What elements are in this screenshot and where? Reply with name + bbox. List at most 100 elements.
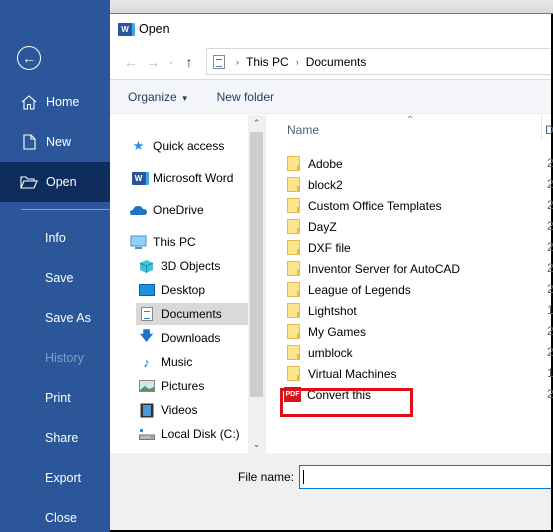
dialog-titlebar: W Open — [110, 14, 551, 44]
up-button[interactable]: ↑ — [178, 54, 200, 70]
downloads-icon: 🡇 — [139, 328, 154, 343]
file-name: My Games — [308, 324, 367, 339]
file-name: Inventor Server for AutoCAD — [308, 261, 461, 276]
nav-quick-access[interactable]: ★ Quick access — [130, 135, 265, 157]
nav-documents[interactable]: Documents — [136, 303, 248, 325]
file-date-modified: 2 — [547, 240, 553, 254]
file-list: ⌃ Name D Adobe 2 block2 2 Custom Office Temp… — [270, 115, 553, 453]
folder-icon — [287, 156, 300, 171]
file-row-folder[interactable]: Custom Office Templates — [287, 195, 547, 216]
nav-3d-objects[interactable]: 3D Objects — [138, 255, 265, 277]
file-row-pdf[interactable]: PDF Convert this — [284, 384, 547, 405]
organize-label: Organize — [128, 89, 177, 104]
new-folder-button[interactable]: New folder — [217, 90, 274, 104]
breadcrumb-documents[interactable]: Documents — [306, 55, 367, 69]
scroll-up-icon[interactable]: ⌃ — [248, 118, 265, 129]
videos-icon — [138, 402, 155, 418]
nav-desktop[interactable]: Desktop — [138, 279, 265, 301]
backstage-item-open[interactable]: Open — [0, 162, 110, 202]
nav-label: Local Disk (C:) — [161, 427, 240, 441]
back-arrow-icon: ← — [22, 50, 36, 66]
file-date-modified: 2 — [547, 219, 553, 233]
arrow-right-icon: → — [146, 53, 160, 70]
navigation-pane: ★ Quick access W Microsoft Word OneDrive… — [110, 115, 265, 453]
scroll-down-icon[interactable]: ⌄ — [248, 439, 265, 450]
quick-access-star-icon: ★ — [132, 138, 145, 153]
column-header-date[interactable]: D — [545, 123, 553, 137]
folder-icon — [287, 177, 300, 192]
forward-nav-button[interactable]: → — [142, 54, 164, 70]
scrollbar-thumb[interactable] — [250, 132, 263, 397]
breadcrumb-this-pc[interactable]: This PC — [246, 55, 289, 69]
nav-microsoft-word[interactable]: W Microsoft Word — [130, 167, 265, 189]
folder-icon — [287, 219, 300, 234]
file-name: block2 — [308, 177, 343, 192]
file-name: Custom Office Templates — [308, 198, 442, 213]
arrow-up-icon: ↑ — [185, 53, 193, 70]
backstage-item-new[interactable]: New — [0, 122, 110, 162]
home-icon — [20, 94, 38, 110]
address-bar[interactable]: › This PC › Documents — [206, 48, 551, 75]
word-icon: W — [118, 22, 132, 36]
file-row-folder[interactable]: Virtual Machines — [287, 363, 547, 384]
file-row-folder[interactable]: DXF file — [287, 237, 547, 258]
file-row-folder[interactable]: League of Legends — [287, 279, 547, 300]
backstage-item-save-as[interactable]: Save As — [0, 298, 110, 338]
backstage-item-print[interactable]: Print — [0, 378, 110, 418]
backstage-item-label: New — [46, 135, 72, 149]
backstage-item-label: Print — [45, 391, 71, 405]
backstage-item-history: History — [0, 338, 110, 378]
file-name: League of Legends — [308, 282, 411, 297]
nav-label: Downloads — [161, 331, 221, 345]
recent-locations-button[interactable]: ⌄ — [164, 56, 178, 67]
nav-pictures[interactable]: Pictures — [138, 375, 265, 397]
nav-pane-scrollbar[interactable]: ⌃ ⌄ — [248, 115, 265, 453]
file-date-modified: 2 — [547, 387, 553, 401]
backstage-item-label: Open — [46, 175, 77, 189]
file-row-folder[interactable]: My Games — [287, 321, 547, 342]
file-row-folder[interactable]: Inventor Server for AutoCAD — [287, 258, 547, 279]
column-divider[interactable] — [541, 115, 542, 139]
file-name: Lightshot — [308, 303, 357, 318]
nav-this-pc[interactable]: This PC — [130, 231, 265, 253]
backstage-item-export[interactable]: Export — [0, 458, 110, 498]
arrow-left-icon: ← — [124, 53, 138, 70]
backstage-item-save[interactable]: Save — [0, 258, 110, 298]
nav-local-disk-c[interactable]: Local Disk (C:) — [138, 423, 265, 445]
word-icon: W — [130, 170, 147, 186]
backstage-item-home[interactable]: Home — [0, 82, 110, 122]
back-button[interactable]: ← — [17, 46, 41, 70]
nav-downloads[interactable]: 🡇 Downloads — [138, 327, 265, 349]
nav-videos[interactable]: Videos — [138, 399, 265, 421]
backstage-item-label: Save As — [45, 311, 91, 325]
nav-label: Documents — [161, 307, 222, 321]
file-name: umblock — [308, 345, 353, 360]
backstage-item-share[interactable]: Share — [0, 418, 110, 458]
address-row: ← → ⌄ ↑ › This PC › Documents — [110, 44, 551, 80]
file-row-folder[interactable]: umblock — [287, 342, 547, 363]
music-icon: ♪ — [143, 354, 150, 370]
file-row-folder[interactable]: Lightshot — [287, 300, 547, 321]
backstage-item-close[interactable]: Close — [0, 498, 110, 532]
new-document-icon — [20, 134, 38, 150]
organize-button[interactable]: Organize ▼ — [128, 90, 189, 104]
folder-icon — [287, 345, 300, 360]
backstage-item-label: History — [45, 351, 84, 365]
nav-label: OneDrive — [153, 203, 204, 217]
backstage-item-info[interactable]: Info — [0, 218, 110, 258]
file-row-folder[interactable]: DayZ — [287, 216, 547, 237]
file-row-folder[interactable]: block2 — [287, 174, 547, 195]
file-date-modified: 2 — [547, 324, 553, 338]
file-date-modified: 2 — [547, 156, 553, 170]
file-date-modified: 1 — [547, 303, 553, 317]
nav-label: 3D Objects — [161, 259, 221, 273]
file-name-input[interactable] — [299, 465, 551, 489]
file-row-folder[interactable]: Adobe — [287, 153, 547, 174]
column-header-name[interactable]: Name — [287, 123, 319, 137]
chevron-down-icon: ⌄ — [167, 56, 175, 66]
pane-divider[interactable] — [265, 115, 266, 453]
back-nav-button[interactable]: ← — [120, 54, 142, 70]
nav-onedrive[interactable]: OneDrive — [130, 199, 265, 221]
nav-music[interactable]: ♪ Music — [138, 351, 265, 373]
file-name: DXF file — [308, 240, 351, 255]
